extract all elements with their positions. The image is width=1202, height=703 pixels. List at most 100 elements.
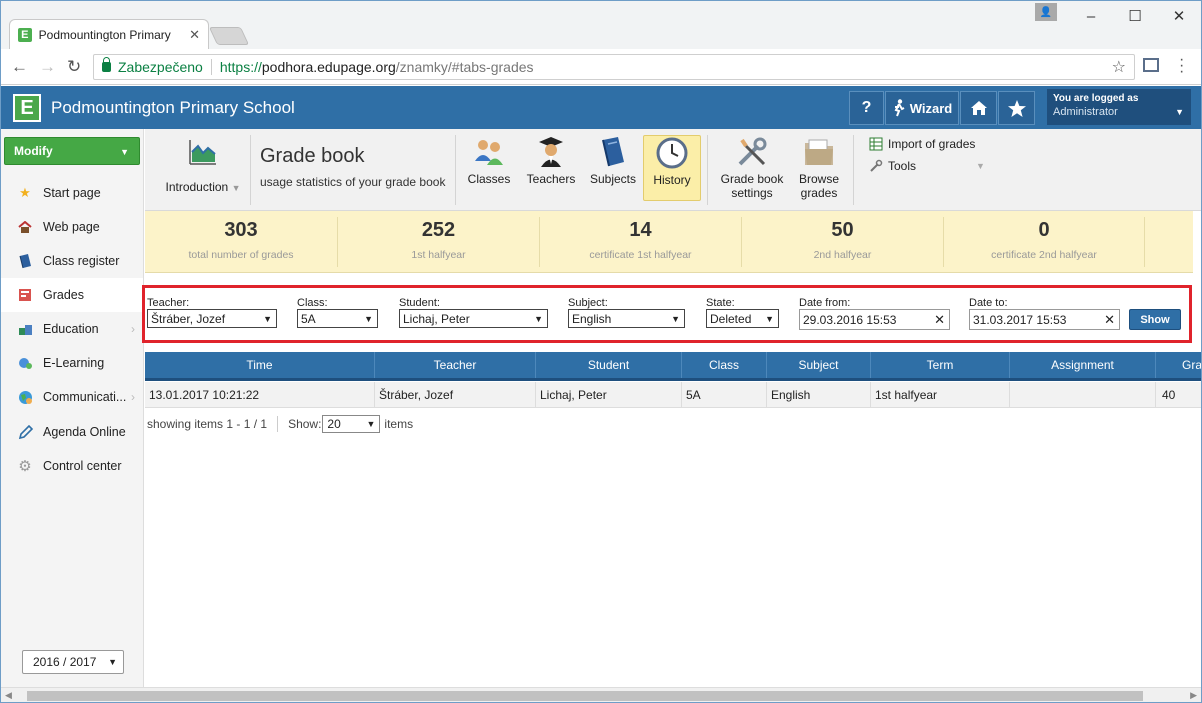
column-header-class[interactable]: Class: [682, 352, 766, 378]
url-path: /znamky/#tabs-grades: [395, 59, 534, 75]
column-header-student[interactable]: Student: [536, 352, 681, 378]
cast-icon[interactable]: [1143, 58, 1159, 72]
reload-icon[interactable]: ↻: [67, 57, 81, 77]
stat-1st-halfyear: 252 1st halfyear: [338, 211, 539, 273]
folder-icon: [803, 135, 835, 169]
forward-icon[interactable]: →: [39, 57, 56, 77]
sidebar-item-agenda-online[interactable]: Agenda Online: [1, 415, 143, 449]
scrollbar-thumb[interactable]: [27, 691, 1143, 701]
state-select-value: Deleted: [710, 311, 752, 326]
user-menu[interactable]: You are logged as Administrator ▼: [1047, 89, 1191, 125]
ribbon-divider: [707, 135, 708, 205]
address-bar[interactable]: Zabezpečeno https:// podhora.edupage.org…: [93, 54, 1135, 80]
sidebar-item-education[interactable]: Education ›: [1, 312, 143, 346]
column-header-teacher[interactable]: Teacher: [375, 352, 535, 378]
tools-menu[interactable]: Tools ▼: [869, 159, 985, 173]
column-header-label: Subject: [798, 358, 839, 372]
cell-assignment: [1010, 382, 1156, 407]
sidebar-item-control-center[interactable]: ⚙ Control center: [1, 449, 143, 483]
show-button[interactable]: Show: [1129, 309, 1181, 330]
student-select-value: Lichaj, Peter: [403, 311, 470, 326]
sidebar-item-communication[interactable]: Communicati... ›: [1, 380, 143, 414]
close-window-icon[interactable]: ✕: [1157, 1, 1201, 31]
sidebar-item-grades[interactable]: Grades: [1, 278, 143, 312]
sidebar-item-web-page[interactable]: Web page: [1, 210, 143, 244]
classes-button[interactable]: Classes: [463, 135, 515, 201]
teacher-select[interactable]: Štráber, Jozef ▼: [147, 309, 277, 328]
maximize-icon[interactable]: ☐: [1113, 1, 1157, 31]
chevron-down-icon: ▼: [120, 147, 129, 157]
cell-grade: 40: [1162, 387, 1176, 402]
column-header-subject[interactable]: Subject: [767, 352, 870, 378]
secure-label: Zabezpečeno: [118, 59, 203, 75]
tab-close-icon[interactable]: ✕: [189, 27, 200, 43]
sidebar-item-e-learning[interactable]: E-Learning: [1, 346, 143, 380]
stat-value: 303: [224, 219, 258, 241]
browser-tab[interactable]: E Podmountington Primary ✕: [9, 19, 209, 49]
teachers-button[interactable]: Teachers: [523, 135, 579, 201]
column-header-time[interactable]: Time: [145, 352, 374, 378]
browser-menu-icon[interactable]: · · ·: [1179, 52, 1184, 80]
home-button[interactable]: [960, 91, 997, 125]
graduation-cap-icon: [536, 135, 566, 169]
chevron-down-icon: ▼: [263, 313, 272, 324]
column-header-label: Time: [246, 358, 273, 372]
column-header-assignment[interactable]: Assignment: [1010, 352, 1155, 378]
chevron-right-icon: ›: [131, 390, 135, 404]
stat-value: 252: [421, 219, 456, 241]
url-scheme: https://: [219, 59, 262, 75]
school-name: Podmountington Primary School: [51, 98, 295, 117]
elearning-icon: [17, 355, 33, 371]
grade-book-settings-button[interactable]: Grade book settings: [715, 135, 789, 201]
wizard-button[interactable]: Wizard: [885, 91, 959, 125]
page-size-label: Show:: [288, 417, 322, 431]
browse-grades-button[interactable]: Browse grades: [793, 135, 845, 201]
history-button[interactable]: History: [643, 135, 701, 201]
sidebar-item-label: Class register: [43, 254, 120, 268]
date-from-field[interactable]: 29.03.2016 15:53 ✕: [799, 309, 950, 330]
help-button[interactable]: ?: [849, 91, 884, 125]
table-row[interactable]: 13.01.2017 10:21:22 Štráber, Jozef Licha…: [145, 382, 1201, 408]
column-header-term[interactable]: Term: [871, 352, 1009, 378]
column-header-label: Class: [708, 358, 739, 372]
browser-window: E Podmountington Primary ✕ 👤 – ☐ ✕ ← → ↻…: [0, 0, 1202, 703]
state-select[interactable]: Deleted ▼: [706, 309, 779, 328]
clear-icon[interactable]: ✕: [1104, 312, 1115, 328]
page-size-select[interactable]: 20 ▼: [322, 415, 381, 433]
stat-label: 1st halfyear: [411, 249, 466, 261]
subject-select[interactable]: English ▼: [568, 309, 685, 328]
introduction-button[interactable]: Introduction ▼: [163, 135, 243, 201]
chevron-down-icon: ▼: [366, 419, 376, 429]
scroll-left-icon[interactable]: ◀: [5, 690, 12, 701]
column-header-grade[interactable]: Gra: [1156, 352, 1201, 378]
profile-icon[interactable]: 👤: [1035, 3, 1057, 21]
new-tab-button[interactable]: [208, 27, 250, 45]
date-to-field[interactable]: 31.03.2017 15:53 ✕: [969, 309, 1120, 330]
people-group-icon: [473, 135, 505, 169]
help-label: ?: [861, 99, 872, 116]
bookmark-star-icon[interactable]: ☆: [1112, 57, 1126, 77]
sidebar-item-start-page[interactable]: ★ Start page: [1, 176, 143, 210]
subjects-button[interactable]: Subjects: [585, 135, 641, 201]
web-icon: [17, 219, 33, 235]
clear-icon[interactable]: ✕: [934, 312, 945, 328]
sidebar-item-label: Communicati...: [43, 390, 127, 404]
scroll-right-icon[interactable]: ▶: [1190, 690, 1197, 701]
back-icon[interactable]: ←: [11, 57, 28, 77]
history-label: History: [653, 173, 691, 187]
modify-button[interactable]: Modify ▼: [4, 137, 140, 165]
horizontal-scrollbar[interactable]: ◀ ▶: [1, 687, 1201, 702]
class-select[interactable]: 5A ▼: [297, 309, 378, 328]
settings-label-line2: settings: [731, 186, 773, 200]
minimize-icon[interactable]: –: [1069, 1, 1113, 31]
edupage-logo-icon[interactable]: E: [13, 94, 41, 122]
table-header: Time Teacher Student Class Subject Term …: [145, 352, 1201, 381]
favorites-button[interactable]: [998, 91, 1035, 125]
table-pager: showing items 1 - 1 / 1 Show: 20 ▼ items: [147, 415, 413, 433]
sidebar-item-class-register[interactable]: Class register: [1, 244, 143, 278]
cell-time: 13.01.2017 10:21:22: [145, 382, 375, 407]
teacher-filter-label: Teacher:: [147, 297, 190, 309]
student-select[interactable]: Lichaj, Peter ▼: [399, 309, 548, 328]
school-year-select[interactable]: 2016 / 2017 ▼: [22, 650, 124, 674]
import-grades-button[interactable]: Import of grades: [869, 137, 975, 151]
